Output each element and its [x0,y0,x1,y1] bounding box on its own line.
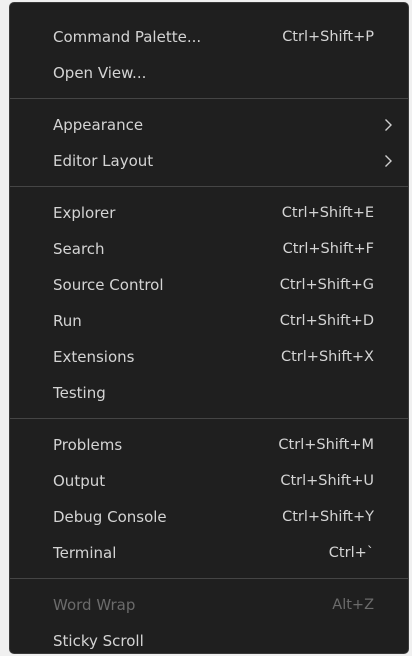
menu-item-explorer[interactable]: Explorer Ctrl+Shift+E [10,195,408,231]
menu-item-shortcut: Ctrl+Shift+P [282,29,374,45]
menu-item-label: Debug Console [53,508,167,526]
menu-item-shortcut: Ctrl+Shift+Y [282,509,374,525]
menu-item-word-wrap: Word Wrap Alt+Z [10,587,408,623]
menu-item-shortcut: Ctrl+Shift+D [279,313,374,329]
menu-item-shortcut: Ctrl+Shift+E [281,205,374,221]
menu-item-label: Run [53,312,82,330]
menu-item-shortcut: Ctrl+Shift+F [282,241,374,257]
menu-item-label: Problems [53,436,123,454]
menu-item-shortcut: Ctrl+` [328,545,374,561]
menu-item-label: Source Control [53,276,164,294]
menu-item-label: Appearance [53,116,144,134]
menu-item-run[interactable]: Run Ctrl+Shift+D [10,303,408,339]
menu-item-shortcut: Alt+Z [332,597,374,613]
menu-item-label: Open View... [53,64,147,82]
menu-item-label: Command Palette... [53,28,202,46]
menu-item-shortcut: Ctrl+Shift+M [278,437,374,453]
menu-item-label: Extensions [53,348,135,366]
menu-separator [10,578,408,579]
menu-item-debug-console[interactable]: Debug Console Ctrl+Shift+Y [10,499,408,535]
menu-item-sticky-scroll[interactable]: Sticky Scroll [10,623,408,653]
menu-item-label: Testing [53,384,106,402]
menu-item-open-view[interactable]: Open View... [10,55,408,91]
menu-item-source-control[interactable]: Source Control Ctrl+Shift+G [10,267,408,303]
menu-separator [10,98,408,99]
menu-item-label: Output [53,472,106,490]
menu-item-command-palette[interactable]: Command Palette... Ctrl+Shift+P [10,19,408,55]
menu-item-terminal[interactable]: Terminal Ctrl+` [10,535,408,571]
menu-item-problems[interactable]: Problems Ctrl+Shift+M [10,427,408,463]
menu-separator [10,418,408,419]
menu-item-output[interactable]: Output Ctrl+Shift+U [10,463,408,499]
menu-item-testing[interactable]: Testing [10,375,408,411]
menu-item-shortcut: Ctrl+Shift+U [280,473,374,489]
menu-item-shortcut: Ctrl+Shift+X [281,349,374,365]
view-menu: Command Palette... Ctrl+Shift+P Open Vie… [9,2,409,654]
menu-item-label: Word Wrap [53,596,136,614]
menu-separator [10,186,408,187]
menu-item-shortcut: Ctrl+Shift+G [279,277,374,293]
menu-item-label: Explorer [53,204,116,222]
menu-item-extensions[interactable]: Extensions Ctrl+Shift+X [10,339,408,375]
menu-item-editor-layout[interactable]: Editor Layout [10,143,408,179]
menu-item-label: Terminal [53,544,117,562]
menu-item-appearance[interactable]: Appearance [10,107,408,143]
chevron-right-icon [381,154,395,168]
menu-item-search[interactable]: Search Ctrl+Shift+F [10,231,408,267]
menu-item-label: Sticky Scroll [53,632,144,650]
menu-item-label: Search [53,240,105,258]
menu-item-label: Editor Layout [53,152,154,170]
chevron-right-icon [381,118,395,132]
